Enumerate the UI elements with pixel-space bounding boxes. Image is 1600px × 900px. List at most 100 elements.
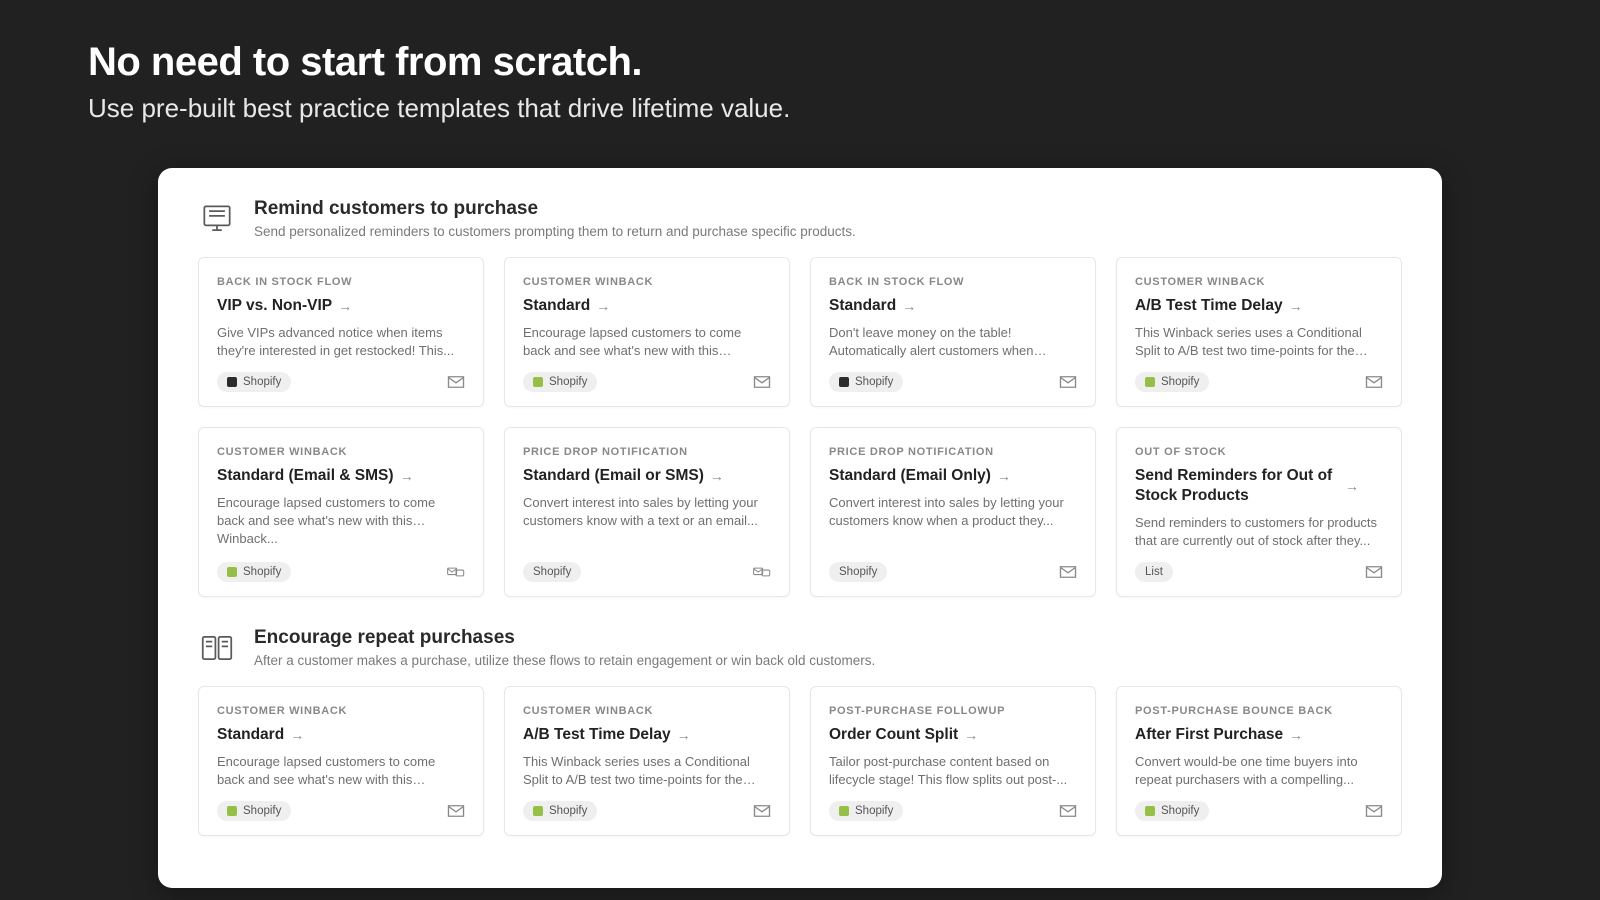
card-eyebrow: CUSTOMER WINBACK (523, 705, 771, 717)
channel-email-icon (1365, 565, 1383, 579)
integration-pill: Shopify (1135, 372, 1209, 392)
card-title: Standard (829, 296, 896, 316)
cart-icon (198, 200, 236, 238)
pill-label: Shopify (855, 376, 893, 388)
pill-label: Shopify (1161, 376, 1199, 388)
channel-email-icon (447, 375, 465, 389)
template-card[interactable]: CUSTOMER WINBACK Standard → Encourage la… (504, 257, 790, 407)
arrow-right-icon: → (400, 469, 414, 483)
template-card[interactable]: POST-PURCHASE FOLLOWUP Order Count Split… (810, 686, 1096, 836)
card-grid-repeat: CUSTOMER WINBACK Standard → Encourage la… (158, 686, 1442, 860)
channel-emailsms-icon (447, 565, 465, 579)
card-desc: Convert interest into sales by letting y… (829, 494, 1077, 550)
template-card[interactable]: OUT OF STOCK Send Reminders for Out of S… (1116, 427, 1402, 597)
shopify-green-icon (1145, 377, 1155, 387)
catalog-icon (198, 629, 236, 667)
card-eyebrow: CUSTOMER WINBACK (1135, 276, 1383, 288)
integration-pill: List (1135, 562, 1173, 582)
channel-email-icon (447, 804, 465, 818)
shopify-dark-icon (227, 377, 237, 387)
arrow-right-icon: → (1289, 728, 1303, 742)
template-card[interactable]: CUSTOMER WINBACK A/B Test Time Delay → T… (504, 686, 790, 836)
template-card[interactable]: CUSTOMER WINBACK Standard → Encourage la… (198, 686, 484, 836)
section-desc: After a customer makes a purchase, utili… (254, 653, 875, 668)
channel-email-icon (1365, 804, 1383, 818)
template-card[interactable]: POST-PURCHASE BOUNCE BACK After First Pu… (1116, 686, 1402, 836)
card-eyebrow: PRICE DROP NOTIFICATION (523, 446, 771, 458)
card-title: Standard (217, 725, 284, 745)
arrow-right-icon: → (596, 299, 610, 313)
integration-pill: Shopify (523, 801, 597, 821)
card-eyebrow: CUSTOMER WINBACK (523, 276, 771, 288)
pill-label: Shopify (243, 566, 281, 578)
card-desc: Convert interest into sales by letting y… (523, 494, 771, 550)
card-eyebrow: BACK IN STOCK FLOW (829, 276, 1077, 288)
integration-pill: Shopify (523, 372, 597, 392)
arrow-right-icon: → (338, 299, 352, 313)
shopify-green-icon (227, 567, 237, 577)
card-title: A/B Test Time Delay (1135, 296, 1283, 316)
channel-emailsms-icon (753, 565, 771, 579)
template-card[interactable]: BACK IN STOCK FLOW VIP vs. Non-VIP → Giv… (198, 257, 484, 407)
channel-email-icon (753, 804, 771, 818)
arrow-right-icon: → (677, 728, 691, 742)
pill-label: Shopify (1161, 805, 1199, 817)
card-desc: This Winback series uses a Conditional S… (523, 753, 771, 789)
section-header-remind: Remind customers to purchase Send person… (158, 192, 1442, 257)
section-desc: Send personalized reminders to customers… (254, 224, 856, 239)
template-card[interactable]: CUSTOMER WINBACK Standard (Email & SMS) … (198, 427, 484, 597)
arrow-right-icon: → (290, 728, 304, 742)
integration-pill: Shopify (217, 562, 291, 582)
section-title: Encourage repeat purchases (254, 627, 875, 649)
pill-label: Shopify (243, 376, 281, 388)
integration-pill: Shopify (217, 372, 291, 392)
card-title: After First Purchase (1135, 725, 1283, 745)
card-eyebrow: POST-PURCHASE FOLLOWUP (829, 705, 1077, 717)
integration-pill: Shopify (829, 372, 903, 392)
template-card[interactable]: PRICE DROP NOTIFICATION Standard (Email … (504, 427, 790, 597)
card-desc: Encourage lapsed customers to come back … (523, 324, 771, 360)
template-card[interactable]: BACK IN STOCK FLOW Standard → Don't leav… (810, 257, 1096, 407)
shopify-green-icon (839, 806, 849, 816)
channel-email-icon (753, 375, 771, 389)
card-eyebrow: POST-PURCHASE BOUNCE BACK (1135, 705, 1383, 717)
template-card[interactable]: PRICE DROP NOTIFICATION Standard (Email … (810, 427, 1096, 597)
arrow-right-icon: → (902, 299, 916, 313)
channel-email-icon (1059, 804, 1077, 818)
card-desc: Encourage lapsed customers to come back … (217, 753, 465, 789)
section-title: Remind customers to purchase (254, 198, 856, 220)
pill-label: Shopify (549, 805, 587, 817)
card-eyebrow: PRICE DROP NOTIFICATION (829, 446, 1077, 458)
pill-label: Shopify (243, 805, 281, 817)
shopify-green-icon (227, 806, 237, 816)
card-eyebrow: CUSTOMER WINBACK (217, 446, 465, 458)
shopify-dark-icon (839, 377, 849, 387)
card-title: Standard (Email Only) (829, 466, 991, 486)
card-desc: Encourage lapsed customers to come back … (217, 494, 465, 550)
arrow-right-icon: → (997, 469, 1011, 483)
template-card[interactable]: CUSTOMER WINBACK A/B Test Time Delay → T… (1116, 257, 1402, 407)
card-desc: Give VIPs advanced notice when items the… (217, 324, 465, 360)
shopify-green-icon (533, 377, 543, 387)
hero-title: No need to start from scratch. (88, 40, 1512, 85)
card-title: Standard (Email & SMS) (217, 466, 394, 486)
integration-pill: Shopify (829, 801, 903, 821)
channel-email-icon (1059, 565, 1077, 579)
card-desc: This Winback series uses a Conditional S… (1135, 324, 1383, 360)
card-title: Order Count Split (829, 725, 958, 745)
pill-label: Shopify (533, 566, 571, 578)
pill-label: Shopify (549, 376, 587, 388)
pill-label: Shopify (839, 566, 877, 578)
card-desc: Don't leave money on the table! Automati… (829, 324, 1077, 360)
card-title: Standard (Email or SMS) (523, 466, 704, 486)
arrow-right-icon: → (1289, 299, 1303, 313)
card-grid-remind: BACK IN STOCK FLOW VIP vs. Non-VIP → Giv… (158, 257, 1442, 621)
card-title: Standard (523, 296, 590, 316)
card-eyebrow: OUT OF STOCK (1135, 446, 1383, 458)
section-header-repeat: Encourage repeat purchases After a custo… (158, 621, 1442, 686)
channel-email-icon (1059, 375, 1077, 389)
arrow-right-icon: → (1345, 479, 1359, 493)
shopify-green-icon (533, 806, 543, 816)
card-desc: Send reminders to customers for products… (1135, 514, 1383, 550)
arrow-right-icon: → (964, 728, 978, 742)
